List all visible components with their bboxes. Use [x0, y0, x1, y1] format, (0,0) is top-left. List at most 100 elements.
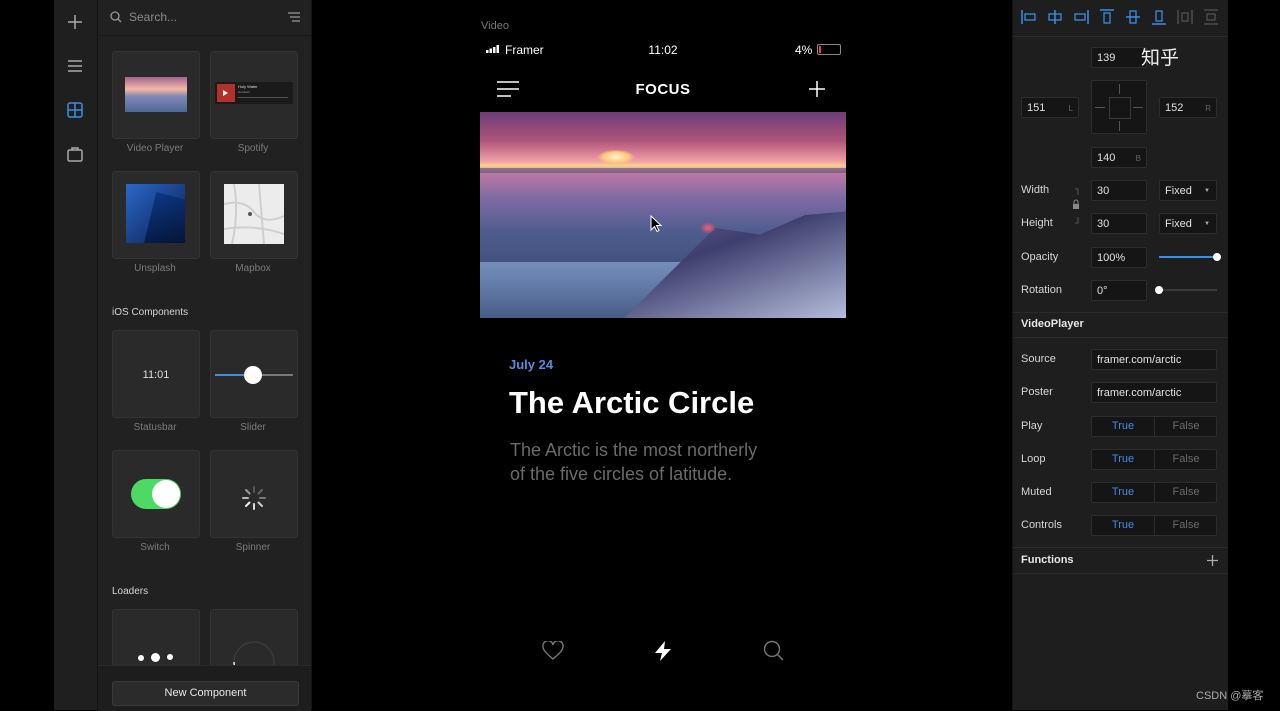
battery-percent: 4%: [795, 43, 813, 57]
height-label: Height: [1021, 217, 1053, 229]
switch-preview: [131, 479, 181, 509]
constraint-bottom-tag: B: [1135, 154, 1141, 163]
play-true-option[interactable]: True: [1092, 417, 1154, 436]
width-label: Width: [1021, 184, 1050, 196]
constraint-right-input[interactable]: 152 R: [1159, 97, 1217, 118]
article-title: The Arctic Circle: [509, 385, 755, 420]
loop-toggle[interactable]: True False: [1091, 449, 1217, 470]
constraint-box[interactable]: [1091, 80, 1147, 134]
heart-icon[interactable]: [542, 641, 564, 661]
add-function-icon[interactable]: [1207, 555, 1218, 566]
rotation-input[interactable]: 0°: [1091, 280, 1147, 301]
filter-icon[interactable]: [288, 12, 300, 22]
opacity-input[interactable]: 100%: [1091, 247, 1147, 268]
add-icon[interactable]: [65, 12, 85, 32]
mouse-cursor-icon: [650, 215, 662, 233]
statusbar-preview-time: 11:01: [142, 369, 170, 381]
align-center-horizontal-icon[interactable]: [1047, 9, 1063, 25]
controls-label: Controls: [1021, 519, 1062, 531]
search-icon: [110, 11, 122, 23]
tile-loader-dots[interactable]: [112, 609, 200, 671]
constraint-right-value: 152: [1165, 102, 1184, 114]
frame-label[interactable]: Video: [481, 20, 509, 32]
align-top-icon[interactable]: [1099, 9, 1115, 25]
muted-true-option[interactable]: True: [1092, 483, 1154, 502]
tile-spotify[interactable]: Holy Water Hardwell: [210, 51, 298, 139]
search-icon[interactable]: [763, 640, 785, 662]
play-false-option[interactable]: False: [1154, 417, 1217, 436]
opacity-slider[interactable]: [1159, 253, 1221, 261]
constraint-top-input[interactable]: 139: [1091, 47, 1147, 68]
constraint-right-tag: R: [1205, 104, 1211, 113]
width-input[interactable]: 30: [1091, 180, 1147, 201]
align-right-icon[interactable]: [1073, 9, 1089, 25]
controls-false-option[interactable]: False: [1154, 516, 1217, 535]
inspector-panel: 139 知乎 151 L 152 R 140 B Width 30 Fixed …: [1012, 0, 1228, 710]
distribute-vertical-icon[interactable]: [1203, 9, 1219, 25]
play-toggle[interactable]: True False: [1091, 416, 1217, 437]
chevron-down-icon: ▼: [1204, 188, 1210, 194]
play-icon: [223, 90, 228, 96]
rotation-slider[interactable]: [1155, 286, 1217, 294]
play-label: Play: [1021, 420, 1043, 432]
height-input[interactable]: 30: [1091, 213, 1147, 234]
muted-toggle[interactable]: True False: [1091, 482, 1217, 503]
height-mode-select[interactable]: Fixed ▼: [1159, 213, 1217, 234]
loop-true-option[interactable]: True: [1092, 450, 1154, 469]
tile-label: Unsplash: [134, 263, 176, 274]
video-thumbnail: [125, 77, 187, 112]
width-mode-select[interactable]: Fixed ▼: [1159, 180, 1217, 201]
poster-input[interactable]: framer.com/arctic: [1091, 382, 1217, 403]
library-search[interactable]: Search...: [98, 0, 311, 36]
store-bag-icon[interactable]: [65, 144, 85, 164]
tile-switch[interactable]: [112, 450, 200, 538]
tile-slider[interactable]: [210, 330, 298, 418]
loop-false-option[interactable]: False: [1154, 450, 1217, 469]
muted-false-option[interactable]: False: [1154, 483, 1217, 502]
constraint-bottom-value: 140: [1097, 152, 1116, 164]
divider: [1013, 337, 1228, 338]
add-icon[interactable]: [808, 80, 826, 98]
tile-spinner[interactable]: [210, 450, 298, 538]
article-date: July 24: [509, 357, 554, 372]
tile-unsplash[interactable]: [112, 171, 200, 259]
distribute-horizontal-icon[interactable]: [1177, 9, 1193, 25]
divider: [1013, 312, 1228, 313]
aspect-lock-icon[interactable]: [1072, 188, 1080, 224]
functions-section-title: Functions: [1021, 554, 1074, 566]
opacity-slider-knob[interactable]: [1213, 253, 1221, 261]
tile-label: Slider: [240, 422, 266, 433]
search-input[interactable]: Search...: [129, 10, 177, 24]
article-body-line-2: of the five circles of latitude.: [510, 464, 733, 484]
phone-frame[interactable]: Framer 11:02 4% FOCUS July 24 The Arctic…: [480, 38, 846, 690]
align-center-vertical-icon[interactable]: [1125, 9, 1141, 25]
components-grid-icon[interactable]: [65, 100, 85, 120]
tile-statusbar[interactable]: 11:01: [112, 330, 200, 418]
horizon: [480, 168, 846, 173]
controls-toggle[interactable]: True False: [1091, 515, 1217, 536]
layers-menu-icon[interactable]: [65, 56, 85, 76]
new-component-button[interactable]: New Component: [112, 681, 299, 706]
constraint-left-input[interactable]: 151 L: [1021, 97, 1079, 118]
tile-label: Spinner: [235, 542, 271, 553]
tile-label: Spotify: [237, 143, 269, 154]
spotify-player-preview: Holy Water Hardwell: [215, 82, 293, 104]
tile-loader-ring[interactable]: [210, 609, 298, 683]
tile-mapbox[interactable]: [210, 171, 298, 259]
constraint-bottom-input[interactable]: 140 B: [1091, 147, 1147, 168]
height-mode-value: Fixed: [1165, 218, 1192, 230]
brand-watermark: 知乎: [1141, 48, 1180, 69]
tile-label: Statusbar: [133, 422, 177, 433]
video-player[interactable]: [480, 112, 846, 318]
track-name: Holy Water: [238, 84, 258, 89]
align-left-icon[interactable]: [1021, 9, 1037, 25]
source-label: Source: [1021, 353, 1056, 365]
lightning-icon[interactable]: [652, 640, 674, 662]
opacity-label: Opacity: [1021, 251, 1059, 263]
source-input[interactable]: framer.com/arctic: [1091, 349, 1217, 370]
tile-video-player[interactable]: [112, 51, 200, 139]
rotation-slider-knob[interactable]: [1155, 286, 1163, 294]
align-bottom-icon[interactable]: [1151, 9, 1167, 25]
controls-true-option[interactable]: True: [1092, 516, 1154, 535]
red-light: [700, 222, 716, 234]
